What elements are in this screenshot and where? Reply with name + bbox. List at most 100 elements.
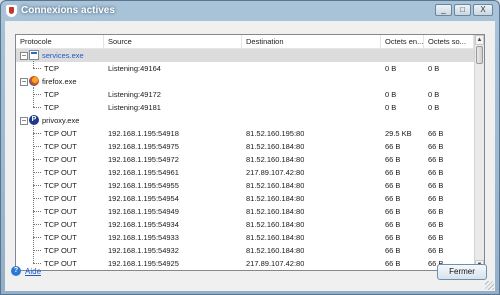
connections-tree-list[interactable]: Protocole Source Destination Octets en..… xyxy=(15,34,485,271)
process-row[interactable]: − services.exe xyxy=(16,49,474,62)
column-source[interactable]: Source xyxy=(104,35,242,49)
cell-bytes-out: 66 B xyxy=(428,246,444,255)
cell-bytes-out: 66 B xyxy=(428,181,444,190)
connection-row[interactable]: TCP OUT 192.168.1.195:54954 81.52.160.184:… xyxy=(16,192,474,205)
cell-bytes-in: 0 B xyxy=(385,64,397,73)
connection-row[interactable]: TCP OUT 192.168.1.195:54949 81.52.160.184:… xyxy=(16,205,474,218)
cell-protocol: TCP OUT xyxy=(44,259,77,268)
cell-protocol: TCP OUT xyxy=(44,129,77,138)
cell-destination: 81.52.160.184:80 xyxy=(246,207,305,216)
process-row[interactable]: − Pprivoxy.exe xyxy=(16,114,474,127)
collapse-toggle-icon[interactable]: − xyxy=(20,52,28,60)
cell-bytes-in: 66 B xyxy=(385,155,401,164)
connection-row[interactable]: TCP OUT 192.168.1.195:54933 81.52.160.184:… xyxy=(16,231,474,244)
column-bytes-in[interactable]: Octets en... xyxy=(381,35,424,49)
cell-bytes-out: 66 B xyxy=(428,129,444,138)
cell-source: 192.168.1.195:54933 xyxy=(108,233,179,242)
cell-bytes-in: 66 B xyxy=(385,246,401,255)
cell-source: 192.168.1.195:54972 xyxy=(108,155,179,164)
tree-branch-line xyxy=(33,198,41,199)
scrollbar-thumb[interactable] xyxy=(476,46,483,64)
connection-rows: − services.exe TCP Listening:49164 0 B 0 B − fi… xyxy=(16,49,474,270)
cell-destination: 217.89.107.42:80 xyxy=(246,259,305,268)
cell-source: 192.168.1.195:54925 xyxy=(108,259,179,268)
cell-source: Listening:49181 xyxy=(108,103,161,112)
cell-destination: 81.52.160.184:80 xyxy=(246,155,305,164)
column-bytes-out[interactable]: Octets so... xyxy=(424,35,474,49)
cell-bytes-out: 66 B xyxy=(428,194,444,203)
tree-branch-line xyxy=(33,133,41,134)
cell-bytes-out: 66 B xyxy=(428,233,444,242)
resize-grip[interactable] xyxy=(485,281,494,290)
tree-vertical-line xyxy=(33,126,34,263)
collapse-toggle-icon[interactable]: − xyxy=(20,117,28,125)
tree-vertical-line xyxy=(33,87,34,107)
cell-destination: 81.52.160.184:80 xyxy=(246,142,305,151)
cell-protocol: TCP OUT xyxy=(44,207,77,216)
collapse-toggle-icon[interactable]: − xyxy=(20,78,28,86)
tree-branch-line xyxy=(33,185,41,186)
cell-protocol: TCP OUT xyxy=(44,168,77,177)
connection-row[interactable]: TCP OUT 192.168.1.195:54972 81.52.160.184:… xyxy=(16,153,474,166)
help-icon: ? xyxy=(11,266,21,276)
connection-row[interactable]: TCP OUT 192.168.1.195:54975 81.52.160.184:… xyxy=(16,140,474,153)
close-window-button[interactable]: X xyxy=(473,4,493,16)
cell-source: 192.168.1.195:54918 xyxy=(108,129,179,138)
cell-destination: 81.52.160.184:80 xyxy=(246,233,305,242)
cell-bytes-out: 66 B xyxy=(428,168,444,177)
cell-bytes-out: 0 B xyxy=(428,103,440,112)
column-destination[interactable]: Destination xyxy=(242,35,381,49)
services-icon xyxy=(29,50,39,60)
cell-protocol: TCP OUT xyxy=(44,142,77,151)
column-protocol[interactable]: Protocole xyxy=(16,35,104,49)
close-button[interactable]: Fermer xyxy=(437,264,487,280)
connection-row[interactable]: TCP Listening:49172 0 B 0 B xyxy=(16,88,474,101)
connection-row[interactable]: TCP OUT 192.168.1.195:54934 81.52.160.184:… xyxy=(16,218,474,231)
tree-branch-line xyxy=(33,159,41,160)
connection-row[interactable]: TCP OUT 192.168.1.195:54932 81.52.160.184:… xyxy=(16,244,474,257)
connection-row[interactable]: TCP Listening:49164 0 B 0 B xyxy=(16,62,474,75)
connection-row[interactable]: TCP OUT 192.168.1.195:54925 217.89.107.42:… xyxy=(16,257,474,270)
tree-branch-line xyxy=(33,250,41,251)
cell-destination: 217.89.107.42:80 xyxy=(246,168,305,177)
connection-row[interactable]: TCP OUT 192.168.1.195:54961 217.89.107.42:… xyxy=(16,166,474,179)
cell-bytes-in: 66 B xyxy=(385,181,401,190)
cell-bytes-in: 66 B xyxy=(385,259,401,268)
cell-destination: 81.52.160.184:80 xyxy=(246,181,305,190)
cell-bytes-out: 0 B xyxy=(428,64,440,73)
tree-branch-line xyxy=(33,146,41,147)
cell-bytes-in: 29.5 KB xyxy=(385,129,412,138)
active-connections-window: Connexions actives _ □ X Protocole Sourc… xyxy=(0,0,500,295)
connection-row[interactable]: TCP OUT 192.168.1.195:54955 81.52.160.184:… xyxy=(16,179,474,192)
title-bar[interactable]: Connexions actives _ □ X xyxy=(1,1,499,21)
connection-row[interactable]: TCP Listening:49181 0 B 0 B xyxy=(16,101,474,114)
cell-bytes-in: 66 B xyxy=(385,220,401,229)
cell-protocol: TCP OUT xyxy=(44,233,77,242)
cell-bytes-in: 66 B xyxy=(385,168,401,177)
cell-protocol: TCP OUT xyxy=(44,194,77,203)
minimize-button[interactable]: _ xyxy=(435,4,452,16)
process-row[interactable]: − firefox.exe xyxy=(16,75,474,88)
column-header: Protocole Source Destination Octets en..… xyxy=(16,35,484,49)
cell-source: 192.168.1.195:54932 xyxy=(108,246,179,255)
cell-bytes-in: 66 B xyxy=(385,207,401,216)
cell-bytes-out: 66 B xyxy=(428,142,444,151)
cell-source: Listening:49172 xyxy=(108,90,161,99)
connection-row[interactable]: TCP OUT 192.168.1.195:54918 81.52.160.195:… xyxy=(16,127,474,140)
cell-destination: 81.52.160.184:80 xyxy=(246,220,305,229)
cell-bytes-in: 66 B xyxy=(385,142,401,151)
help-label[interactable]: Aide xyxy=(25,267,41,276)
scroll-up-arrow-icon[interactable]: ▲ xyxy=(475,35,484,45)
help-link[interactable]: ? Aide xyxy=(11,266,41,276)
cell-bytes-out: 0 B xyxy=(428,90,440,99)
cell-source: 192.168.1.195:54954 xyxy=(108,194,179,203)
tree-branch-line xyxy=(33,237,41,238)
maximize-button[interactable]: □ xyxy=(454,4,471,16)
cell-source: 192.168.1.195:54949 xyxy=(108,207,179,216)
vertical-scrollbar[interactable]: ▲ ▼ xyxy=(474,35,484,270)
cell-source: 192.168.1.195:54934 xyxy=(108,220,179,229)
tree-branch-line xyxy=(33,224,41,225)
cell-source: 192.168.1.195:54975 xyxy=(108,142,179,151)
tree-branch-line xyxy=(33,107,41,108)
cell-bytes-out: 66 B xyxy=(428,220,444,229)
